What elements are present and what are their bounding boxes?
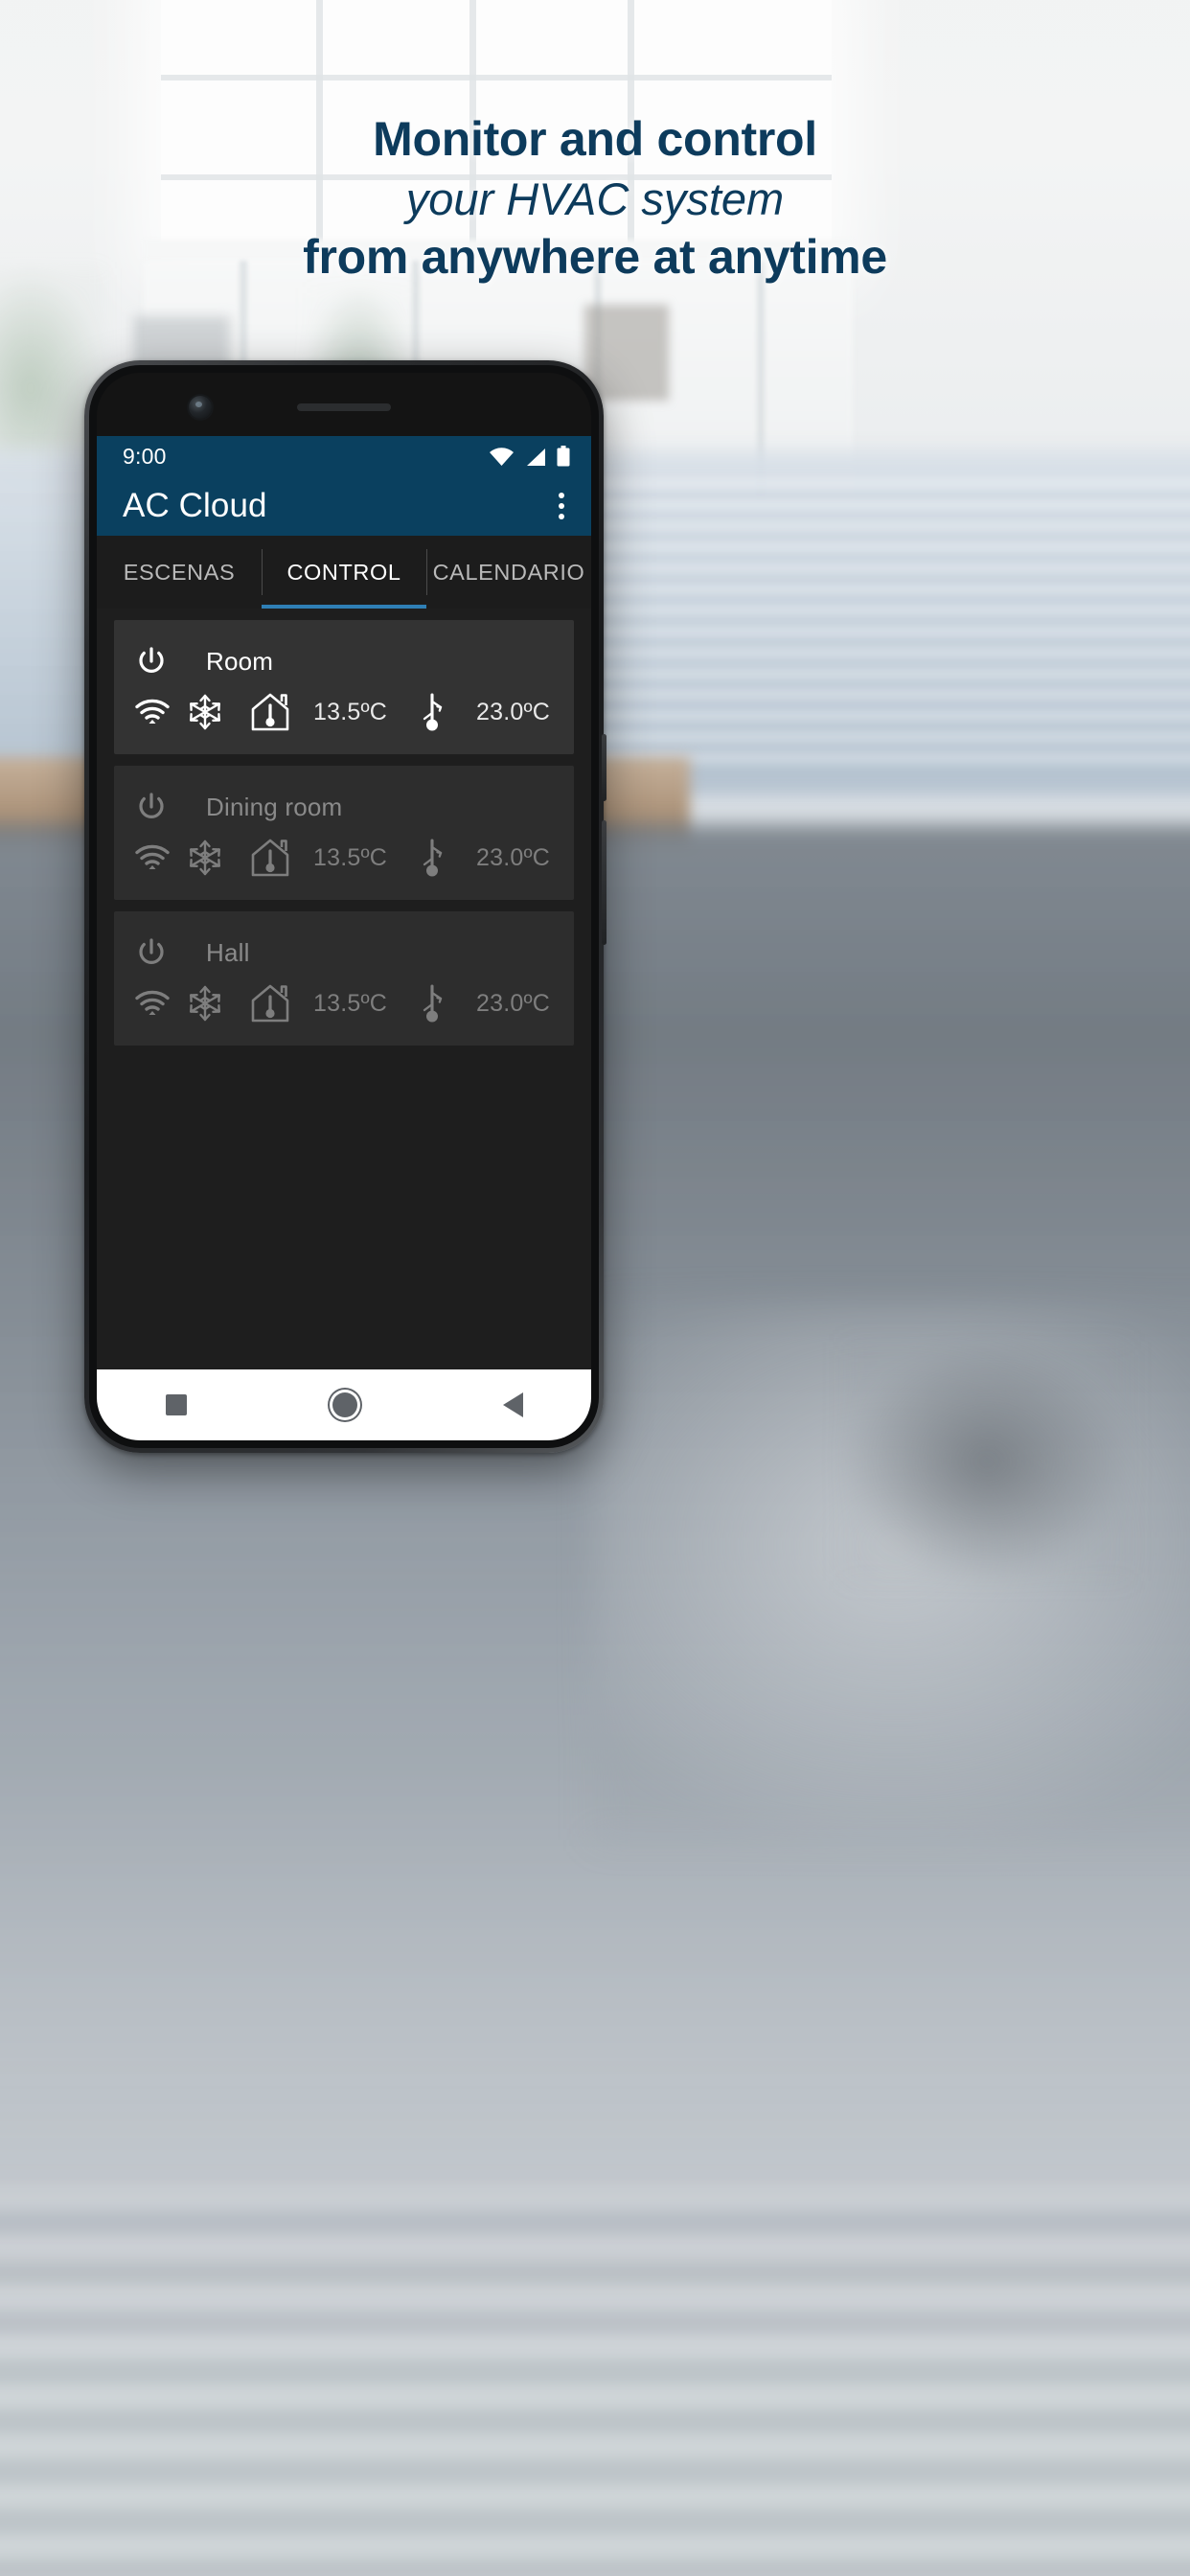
tab-active-indicator [261,605,426,609]
house-thermometer-icon [240,692,300,732]
tab-bar: ESCENAS CONTROL CALENDARIO [97,536,591,609]
power-icon[interactable] [135,936,181,969]
tab-control[interactable]: CONTROL [262,536,426,609]
device-card-header: Hall [135,927,553,978]
phone-power-button [602,820,606,945]
status-clock: 9:00 [123,443,167,469]
overflow-menu-icon[interactable] [553,485,570,527]
device-name: Hall [206,937,250,967]
setpoint-value: 13.5ºC [313,989,388,1017]
wifi-icon [489,448,515,467]
floorboards [0,2185,1190,2576]
wifi-icon [135,844,170,871]
android-navigation-bar [97,1369,591,1440]
tab-escenas[interactable]: ESCENAS [97,536,262,609]
device-card-header: Room [135,635,553,687]
snowflake-icon [170,839,240,877]
tab-label: CALENDARIO [432,559,585,585]
phone-screen: 9:00 AC Cloud ESCENAS CONTROL CALENDARIO… [97,373,591,1440]
earpiece-speaker [297,403,391,411]
circle-icon[interactable] [332,1392,357,1417]
device-name: Dining room [206,792,343,821]
headline-block: Monitor and control your HVAC system fro… [0,115,1190,281]
snowflake-icon [170,984,240,1023]
front-camera-icon [189,396,212,419]
headline-line-2: your HVAC system [405,173,785,224]
device-card-dining-room[interactable]: Dining room 13.5ºC 23.0ºC [114,766,574,900]
phone-notch-area [97,373,591,436]
thermometer-icon [403,836,463,880]
overflow-dot [559,514,564,519]
device-card-status: 13.5ºC 23.0ºC [135,978,553,1028]
battery-icon [557,446,570,467]
thermometer-icon [403,981,463,1025]
headline-line-1: Monitor and control [373,112,817,166]
ambient-value: 23.0ºC [476,698,551,725]
snowflake-icon [170,693,240,731]
ambient-value: 23.0ºC [476,843,551,871]
device-card-room[interactable]: Room 13.5ºC 23.0ºC [114,620,574,754]
app-bar: 9:00 AC Cloud [97,436,591,536]
square-icon[interactable] [165,1394,187,1415]
phone-volume-button [602,734,606,801]
overflow-dot [559,503,564,509]
power-icon[interactable] [135,791,181,823]
ambient-value: 23.0ºC [476,989,551,1017]
device-name: Room [206,646,274,676]
camera-glint [195,402,202,407]
headline-line-3: from anywhere at anytime [303,230,887,284]
status-bar: 9:00 [97,436,591,476]
window-transom [161,75,832,80]
device-card-hall[interactable]: Hall 13.5ºC 23.0ºC [114,911,574,1046]
device-metrics: 13.5ºC 23.0ºC [170,981,566,1025]
tab-label: ESCENAS [123,559,236,585]
wifi-icon [135,699,170,725]
device-metrics: 13.5ºC 23.0ºC [170,690,566,734]
triangle-back-icon[interactable] [502,1392,523,1417]
wifi-icon [135,990,170,1017]
device-list: Room 13.5ºC 23.0ºC Dining room 13.5ºC 23… [97,609,591,1369]
overflow-dot [559,493,564,498]
device-card-status: 13.5ºC 23.0ºC [135,833,553,883]
app-bar-main: AC Cloud [97,476,591,536]
house-thermometer-icon [240,983,300,1024]
device-card-status: 13.5ºC 23.0ºC [135,687,553,737]
bed-linen [594,479,1190,767]
signal-icon [525,448,546,467]
tab-calendario[interactable]: CALENDARIO [426,536,591,609]
tab-label: CONTROL [286,559,401,585]
thermometer-icon [403,690,463,734]
phone-mockup: 9:00 AC Cloud ESCENAS CONTROL CALENDARIO… [84,360,606,1453]
house-thermometer-icon [240,838,300,878]
setpoint-value: 13.5ºC [313,843,388,871]
dog [843,1342,1131,1581]
page-title: AC Cloud [123,487,267,524]
device-card-header: Dining room [135,781,553,833]
setpoint-value: 13.5ºC [313,698,388,725]
power-icon[interactable] [135,645,181,678]
device-metrics: 13.5ºC 23.0ºC [170,836,566,880]
status-icons [489,446,570,467]
